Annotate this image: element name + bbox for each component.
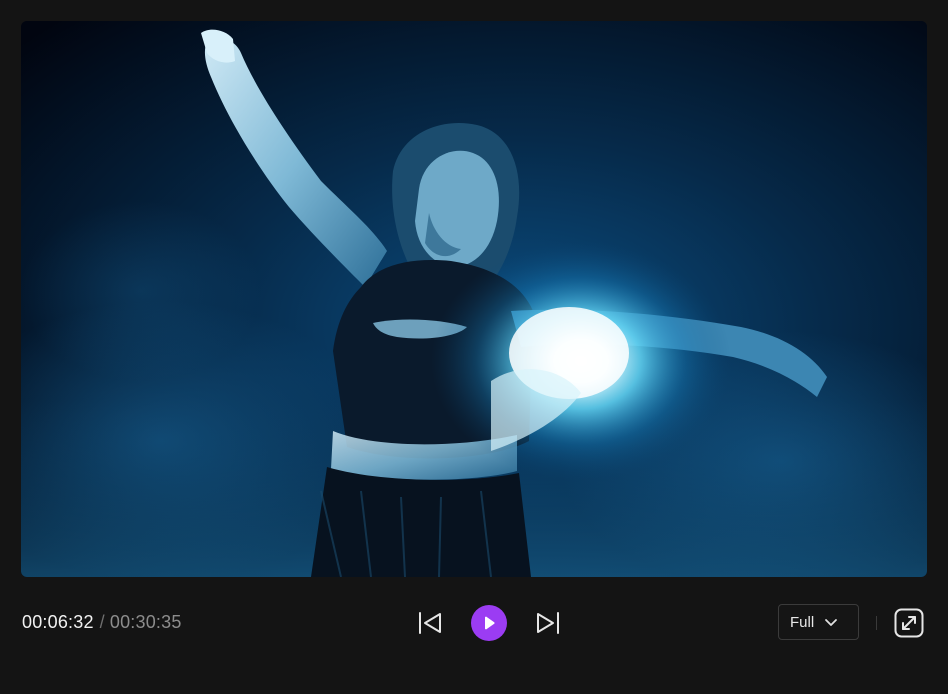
transport-controls [414, 605, 564, 641]
total-duration: 00:30:35 [109, 612, 182, 632]
skip-next-icon [537, 612, 559, 634]
play-icon [485, 616, 495, 630]
timecode: 00:06:32/00:30:35 [22, 612, 182, 633]
previous-button[interactable] [414, 607, 446, 639]
next-button[interactable] [532, 607, 564, 639]
play-button[interactable] [471, 605, 507, 641]
current-time: 00:06:32 [22, 612, 94, 632]
fullscreen-button[interactable] [894, 608, 924, 638]
video-player: 00:06:32/00:30:35 Full [0, 0, 948, 694]
expand-diagonal-icon [894, 608, 924, 638]
skip-previous-icon [419, 612, 441, 634]
chevron-down-icon [824, 617, 838, 627]
time-separator: / [99, 612, 105, 632]
zoom-dropdown[interactable]: Full [778, 604, 859, 640]
playback-controls: 00:06:32/00:30:35 Full [0, 595, 948, 651]
video-frame-image [21, 21, 927, 577]
zoom-selected-value: Full [790, 613, 815, 631]
video-preview[interactable] [21, 21, 927, 577]
controls-divider [876, 616, 877, 630]
